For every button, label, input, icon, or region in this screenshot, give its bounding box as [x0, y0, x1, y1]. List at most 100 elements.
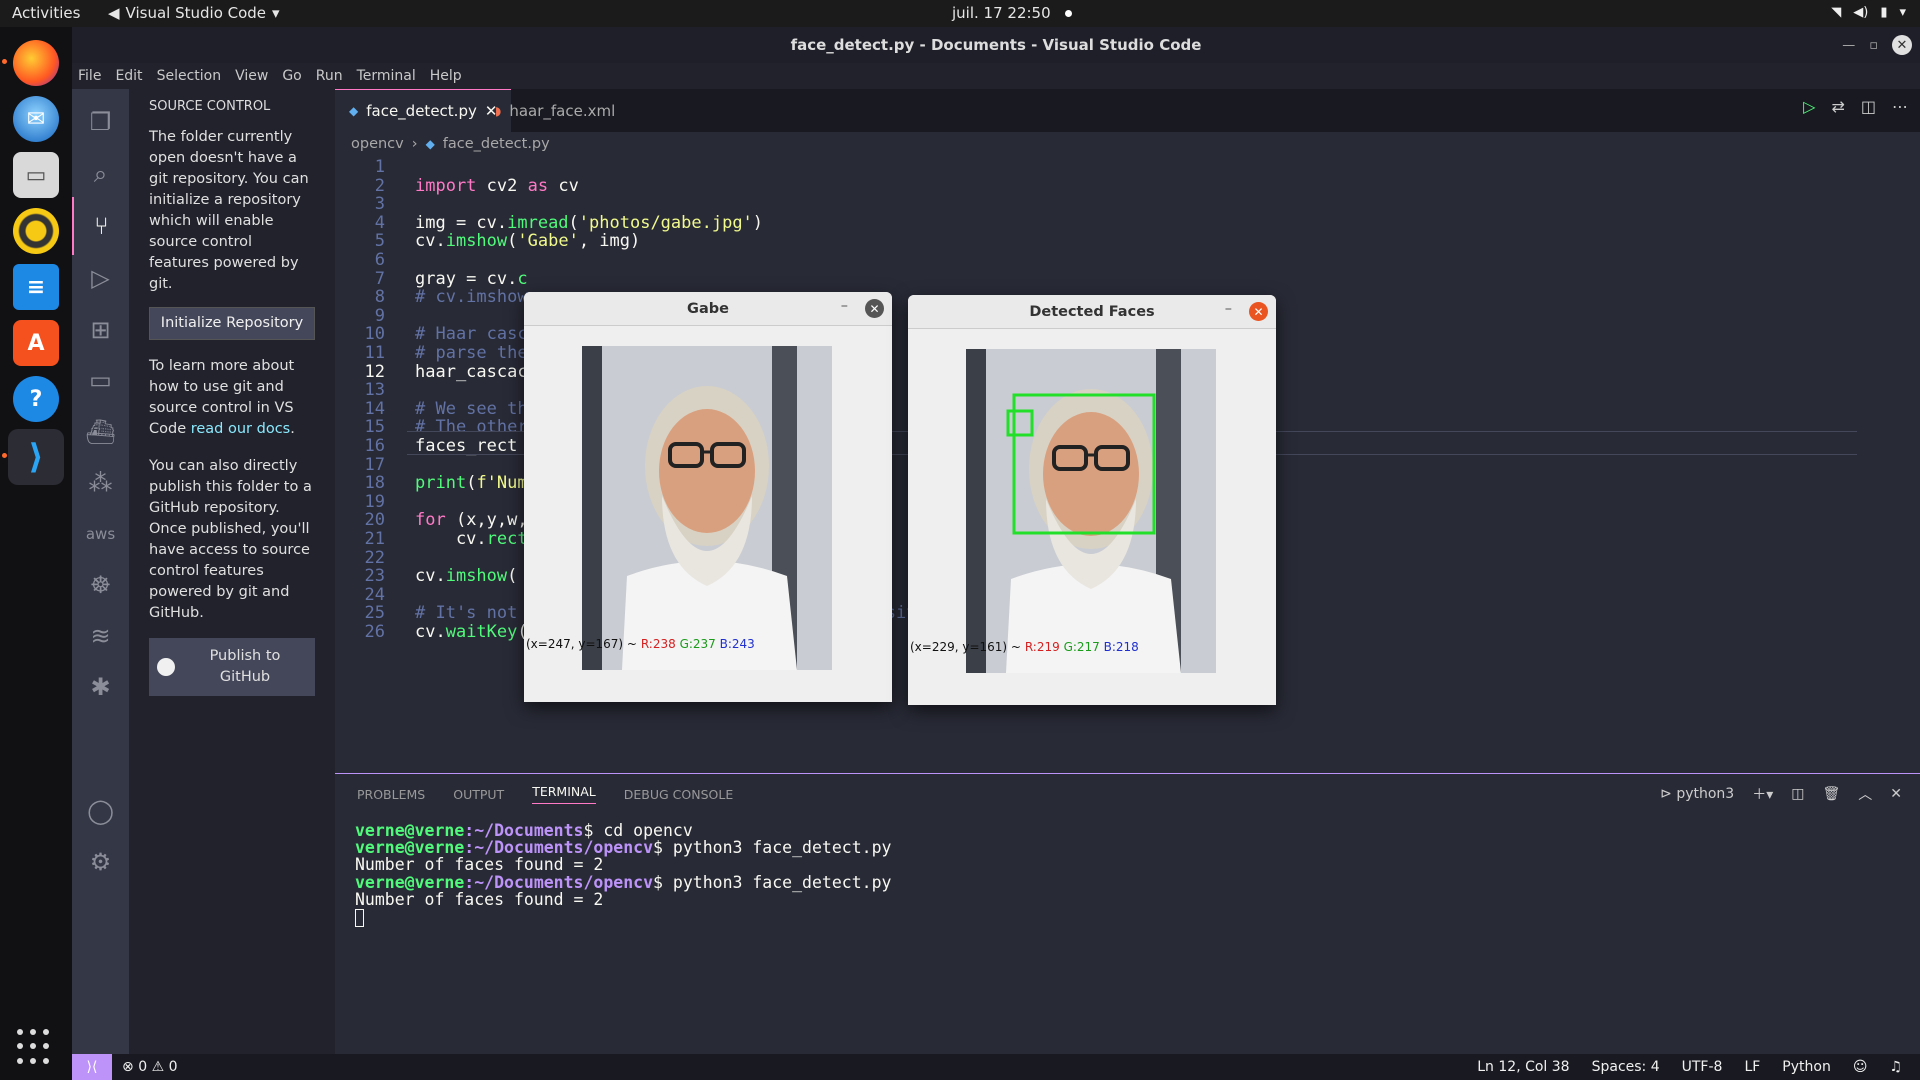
settings-gear-icon[interactable]: ⚙ [72, 833, 129, 891]
dock-rhythmbox[interactable] [8, 203, 64, 259]
code-token: img = cv. [415, 212, 508, 233]
close-panel-icon[interactable]: ✕ [1890, 786, 1902, 802]
menu-terminal[interactable]: Terminal [357, 68, 416, 84]
tab-debug-console[interactable]: DEBUG CONSOLE [624, 787, 733, 802]
new-terminal-icon[interactable]: ＋▾ [1752, 784, 1773, 804]
dock-app-center[interactable]: A [8, 315, 64, 371]
split-editor-icon[interactable]: ◫ [1861, 97, 1876, 116]
rhythmbox-icon [13, 208, 59, 254]
files-icon: ▭ [13, 152, 59, 198]
terminal-line: verne@verne:~/Documents$ cd opencv [355, 822, 1900, 839]
activities-button[interactable]: Activities [12, 4, 80, 22]
bell-icon[interactable]: ♫ [1889, 1059, 1902, 1075]
menu-view[interactable]: View [235, 68, 268, 84]
line-number: 10 [364, 324, 385, 345]
code-token: # parse the [415, 343, 528, 363]
terminal-output: Number of faces found = 2 [355, 889, 604, 909]
tab-haar-face[interactable]: ◗ haar_face.xml [481, 89, 629, 132]
close-icon[interactable]: ✕ [865, 299, 884, 318]
dock-vscode[interactable]: ⟩ [2, 429, 64, 485]
code-token: # Haar casc [415, 324, 528, 345]
indentation[interactable]: Spaces: 4 [1592, 1059, 1660, 1075]
terminal[interactable]: verne@verne:~/Documents$ cd opencv verne@… [335, 814, 1920, 935]
dock-help[interactable]: ? [8, 371, 64, 427]
python-file-icon: ◆ [349, 104, 359, 118]
breadcrumb-file[interactable]: face_detect.py [443, 136, 550, 152]
menu-selection[interactable]: Selection [157, 68, 222, 84]
docker-icon[interactable]: ⛴ [72, 403, 129, 461]
error-count: 0 [138, 1059, 148, 1075]
run-file-icon[interactable]: ▷ [1803, 97, 1815, 116]
bottom-panel: PROBLEMS OUTPUT TERMINAL DEBUG CONSOLE ⊳… [335, 773, 1920, 1054]
menu-run[interactable]: Run [316, 68, 343, 84]
source-control-icon[interactable]: ⑂ [72, 197, 129, 255]
explorer-icon[interactable]: ❐ [72, 93, 129, 151]
trash-icon[interactable]: 🗑 [1822, 786, 1840, 802]
feedback-icon[interactable]: ☺ [1853, 1059, 1868, 1075]
close-window-icon[interactable]: ✕ [1892, 35, 1912, 55]
tab-problems[interactable]: PROBLEMS [357, 787, 425, 802]
image-canvas[interactable]: (x=247, y=167) ~ R:238 G:237 B:243 [524, 326, 892, 670]
terminal-path: :~/Documents/opencv [464, 872, 654, 892]
thunderbird-icon: ✉ [13, 96, 59, 142]
run-debug-icon[interactable]: ▷ [72, 249, 129, 307]
window-titlebar[interactable]: face_detect.py - Documents - Visual Stud… [72, 27, 1920, 63]
menu-file[interactable]: File [78, 68, 101, 84]
dock-firefox[interactable] [2, 35, 64, 91]
minimize-icon[interactable]: – [841, 298, 848, 314]
code-token: gray = cv. [415, 268, 518, 289]
show-applications-icon[interactable] [17, 1029, 53, 1065]
image-canvas[interactable]: (x=229, y=161) ~ R:219 G:217 B:218 [908, 329, 1276, 673]
maximize-icon[interactable]: ▫ [1869, 38, 1878, 53]
menu-help[interactable]: Help [430, 68, 462, 84]
search-icon[interactable]: ⌕ [72, 145, 129, 203]
helm-icon[interactable]: ☸ [72, 556, 129, 614]
code-token: imshow [445, 566, 508, 587]
cursor-position[interactable]: Ln 12, Col 38 [1477, 1059, 1569, 1075]
aws-icon[interactable]: aws [72, 505, 129, 563]
publish-to-github-button[interactable]: Publish to GitHub [149, 638, 315, 696]
menu-go[interactable]: Go [282, 68, 301, 84]
terminal-shell-selector[interactable]: ⊳ python3 [1660, 786, 1734, 802]
encoding[interactable]: UTF-8 [1682, 1059, 1723, 1075]
cv-window-titlebar[interactable]: Detected Faces – ✕ [908, 295, 1276, 329]
tab-terminal[interactable]: TERMINAL [532, 784, 596, 804]
running-indicator [2, 453, 7, 458]
source-control-view: SOURCE CONTROL The folder currently open… [129, 89, 335, 1054]
remote-explorer-icon[interactable]: ▭ [72, 351, 129, 409]
compare-changes-icon[interactable]: ⇄ [1831, 97, 1844, 116]
warning-icon: ⚠ [151, 1059, 165, 1075]
dock-files[interactable]: ▭ [8, 147, 64, 203]
language-mode[interactable]: Python [1782, 1059, 1831, 1075]
breadcrumb-folder[interactable]: opencv [351, 136, 404, 152]
tab-label: face_detect.py [366, 102, 477, 120]
cv-window-titlebar[interactable]: Gabe – ✕ [524, 292, 892, 326]
more-actions-icon[interactable]: ⋯ [1892, 97, 1908, 116]
end-of-line[interactable]: LF [1744, 1059, 1760, 1075]
remote-indicator-icon[interactable]: ⟩⟨ [72, 1054, 112, 1080]
close-icon[interactable]: ✕ [1249, 302, 1268, 321]
minimize-icon[interactable]: — [1842, 38, 1855, 53]
problems-indicator[interactable]: ⊗ 0 ⚠ 0 [122, 1059, 178, 1075]
split-terminal-icon[interactable]: ◫ [1791, 786, 1804, 802]
pixel-info: (x=247, y=167) ~ R:238 G:237 B:243 [526, 637, 755, 651]
clock[interactable]: juil. 17 22:50 [952, 4, 1072, 22]
read-docs-link[interactable]: read our docs [191, 421, 291, 437]
minimize-icon[interactable]: – [1225, 301, 1232, 317]
tab-output[interactable]: OUTPUT [453, 787, 504, 802]
line-number: 6 [374, 250, 385, 270]
menu-edit[interactable]: Edit [115, 68, 142, 84]
code-token: 'photos/gabe.jpg' [578, 212, 753, 233]
kubernetes-cluster-icon[interactable]: ⁂ [72, 454, 129, 512]
firefox-icon [13, 40, 59, 86]
maximize-panel-icon[interactable]: ︿ [1858, 784, 1872, 804]
system-tray[interactable]: ◥ ◀) ▮ ▾ [1831, 5, 1906, 20]
app-menu[interactable]: ◀ Visual Studio Code ▾ [108, 4, 280, 22]
bug-icon[interactable]: ✱ [72, 658, 129, 716]
dock-writer[interactable]: ≡ [8, 259, 64, 315]
dock-thunderbird[interactable]: ✉ [8, 91, 64, 147]
initialize-repository-button[interactable]: Initialize Repository [149, 307, 315, 340]
layers-icon[interactable]: ≋ [72, 607, 129, 665]
account-icon[interactable]: ◯ [72, 782, 129, 840]
code-token: haar_cascac [415, 361, 528, 382]
